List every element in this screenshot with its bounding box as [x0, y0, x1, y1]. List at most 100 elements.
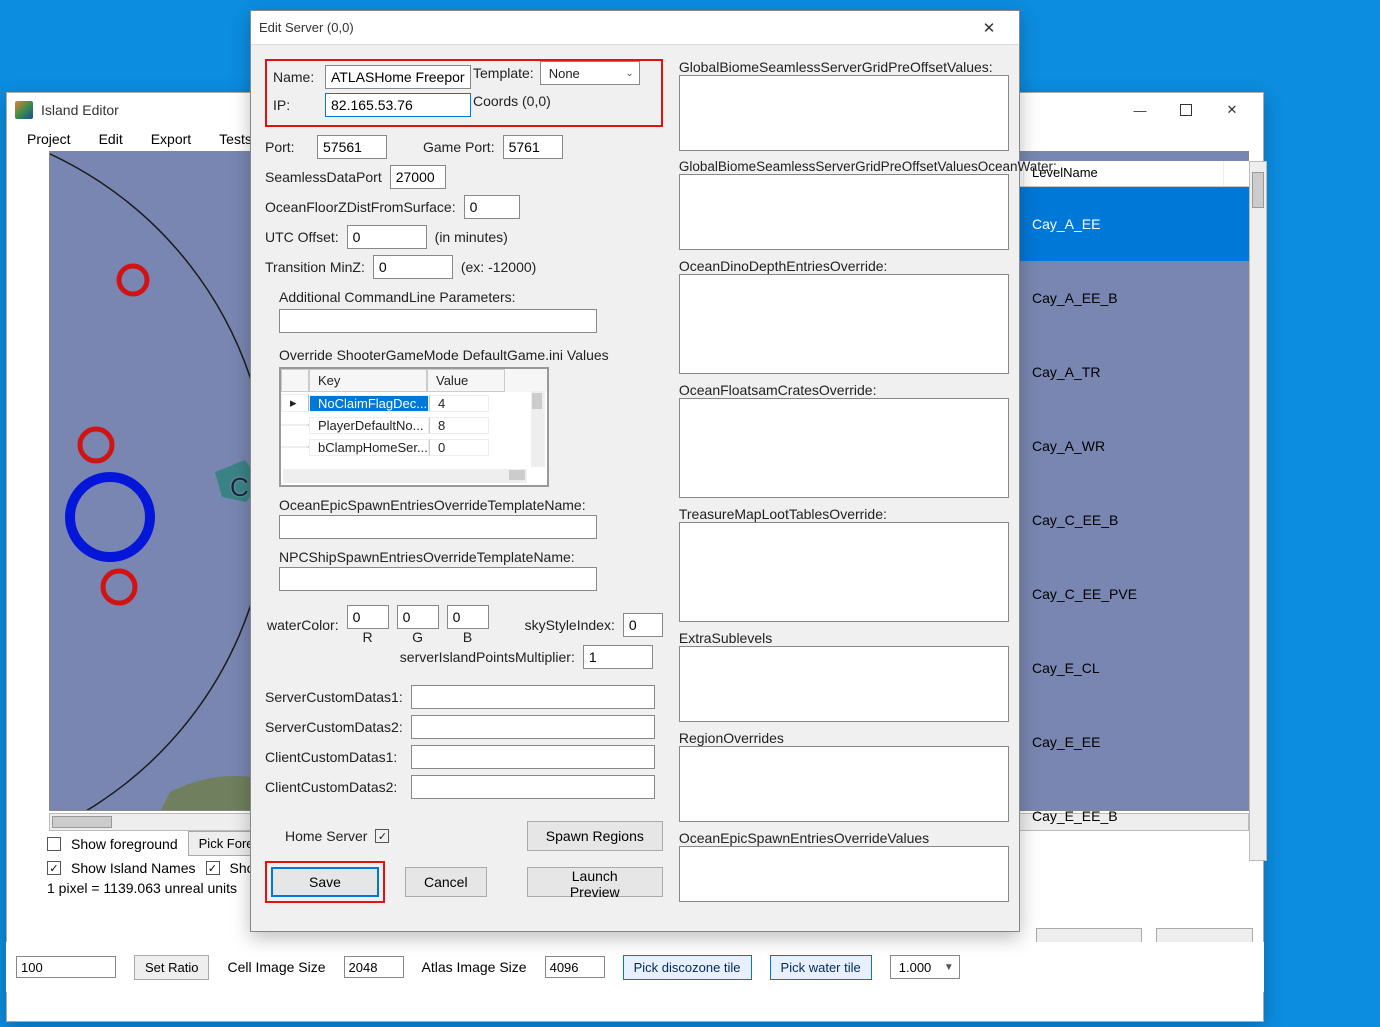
b-label: B [463, 629, 472, 645]
kv-row[interactable]: ▸NoClaimFlagDec...4 [281, 392, 547, 414]
trans-input[interactable] [373, 255, 453, 279]
dialog-title: Edit Server (0,0) [259, 20, 354, 35]
dialog-close-button[interactable]: ✕ [967, 19, 1011, 37]
trans-label: Transition MinZ: [265, 259, 365, 275]
oceanfloor-label: OceanFloorZDistFromSurface: [265, 199, 456, 215]
treasuremap-textarea[interactable] [679, 522, 1009, 622]
cell-image-size-input[interactable] [344, 956, 404, 978]
ocean-epic-input[interactable] [279, 515, 597, 539]
set-ratio-button[interactable]: Set Ratio [134, 955, 209, 980]
seamless-label: SeamlessDataPort [265, 169, 382, 185]
save-button[interactable]: Save [271, 867, 379, 897]
watercolor-g[interactable] [397, 605, 439, 629]
oceanepicvalues-label: OceanEpicSpawnEntriesOverrideValues [679, 830, 1057, 846]
extrasublevels-label: ExtraSublevels [679, 630, 1057, 646]
kv-row[interactable]: PlayerDefaultNo...8 [281, 414, 547, 436]
minimize-button[interactable]: — [1117, 95, 1163, 125]
regionoverrides-label: RegionOverrides [679, 730, 1057, 746]
utc-hint: (in minutes) [435, 229, 508, 245]
dialog-right-column: GlobalBiomeSeamlessServerGridPreOffsetVa… [679, 59, 1057, 919]
map-region-label: C [230, 472, 249, 503]
edit-server-dialog: Edit Server (0,0) ✕ Name: IP: Template: … [250, 10, 1020, 932]
show-island-names-label: Show Island Names [71, 860, 196, 876]
override-table[interactable]: Key Value ▸NoClaimFlagDec...4PlayerDefau… [279, 367, 549, 487]
seamless-input[interactable] [390, 165, 446, 189]
oceanfloatsam-textarea[interactable] [679, 398, 1009, 498]
scd1-input[interactable] [411, 685, 655, 709]
g-label: G [412, 629, 423, 645]
npc-ship-label: NPCShipSpawnEntriesOverrideTemplateName: [279, 549, 663, 565]
ip-input[interactable] [325, 93, 471, 117]
pick-discozone-button[interactable]: Pick discozone tile [623, 955, 752, 980]
watercolor-r[interactable] [347, 605, 389, 629]
pixel-note: 1 pixel = 1139.063 unreal units [47, 880, 237, 896]
ccd2-label: ClientCustomDatas2: [265, 779, 403, 795]
home-server-label: Home Server [285, 828, 367, 844]
scd2-input[interactable] [411, 715, 655, 739]
island-mult-input[interactable] [583, 645, 653, 669]
ratio-input[interactable] [16, 956, 116, 978]
atlas-image-size-input[interactable] [545, 956, 605, 978]
table-vertical-scrollbar[interactable] [1249, 161, 1267, 861]
extrasublevels-textarea[interactable] [679, 646, 1009, 722]
close-button[interactable]: ✕ [1209, 95, 1255, 125]
cmdline-label: Additional CommandLine Parameters: [279, 289, 663, 305]
utc-label: UTC Offset: [265, 229, 339, 245]
regionoverrides-textarea[interactable] [679, 746, 1009, 822]
bottom-toolbar: Set Ratio Cell Image Size Atlas Image Si… [6, 942, 1264, 992]
one-dropdown[interactable]: 1.000▼ [890, 955, 960, 979]
trans-hint: (ex: -12000) [461, 259, 536, 275]
sky-label: skyStyleIndex: [525, 617, 615, 633]
scd2-label: ServerCustomDatas2: [265, 719, 403, 735]
menu-export[interactable]: Export [151, 131, 191, 147]
globalbiome-ocean-textarea[interactable] [679, 174, 1009, 250]
ip-label: IP: [273, 97, 317, 113]
gameport-label: Game Port: [423, 139, 495, 155]
highlight-save: Save [265, 861, 385, 903]
name-input[interactable] [325, 65, 471, 89]
app-icon [15, 101, 33, 119]
show-foreground-label: Show foreground [71, 836, 178, 852]
port-label: Port: [265, 139, 309, 155]
home-server-checkbox[interactable]: ✓ [375, 829, 389, 843]
sky-input[interactable] [623, 613, 663, 637]
show-island-names-checkbox[interactable]: ✓ [47, 861, 61, 875]
launch-preview-button[interactable]: Launch Preview [527, 867, 663, 897]
kv-vscroll[interactable] [531, 391, 545, 467]
menu-tests[interactable]: Tests [219, 131, 252, 147]
atlas-image-size-label: Atlas Image Size [422, 959, 527, 975]
oceanfloatsam-label: OceanFloatsamCratesOverride: [679, 382, 1057, 398]
menu-project[interactable]: Project [27, 131, 71, 147]
globalbiome-label: GlobalBiomeSeamlessServerGridPreOffsetVa… [679, 59, 1057, 75]
utc-input[interactable] [347, 225, 427, 249]
cancel-button[interactable]: Cancel [405, 867, 487, 897]
ccd1-label: ClientCustomDatas1: [265, 749, 403, 765]
override-label: Override ShooterGameMode DefaultGame.ini… [279, 347, 663, 363]
oceanepicvalues-textarea[interactable] [679, 846, 1009, 902]
ccd2-input[interactable] [411, 775, 655, 799]
oceanfloor-input[interactable] [464, 195, 520, 219]
coords-label: Coords (0,0) [473, 93, 551, 109]
globalbiome-textarea[interactable] [679, 75, 1009, 151]
gameport-input[interactable] [503, 135, 563, 159]
show-foreground-checkbox[interactable] [47, 837, 61, 851]
pick-water-button[interactable]: Pick water tile [770, 955, 872, 980]
spawn-regions-button[interactable]: Spawn Regions [527, 821, 663, 851]
npc-ship-input[interactable] [279, 567, 597, 591]
oceandino-textarea[interactable] [679, 274, 1009, 374]
template-select[interactable]: None⌄ [540, 61, 640, 85]
watercolor-label: waterColor: [267, 617, 339, 633]
menu-edit[interactable]: Edit [99, 131, 123, 147]
r-label: R [363, 629, 373, 645]
name-label: Name: [273, 69, 317, 85]
show-other-checkbox[interactable]: ✓ [206, 861, 220, 875]
port-input[interactable] [317, 135, 387, 159]
cell-image-size-label: Cell Image Size [227, 959, 325, 975]
ccd1-input[interactable] [411, 745, 655, 769]
kv-hscroll[interactable] [283, 469, 527, 483]
cmdline-input[interactable] [279, 309, 597, 333]
editor-title: Island Editor [41, 102, 119, 118]
kv-row[interactable]: bClampHomeSer...0 [281, 436, 547, 458]
maximize-button[interactable] [1163, 95, 1209, 125]
watercolor-b[interactable] [447, 605, 489, 629]
